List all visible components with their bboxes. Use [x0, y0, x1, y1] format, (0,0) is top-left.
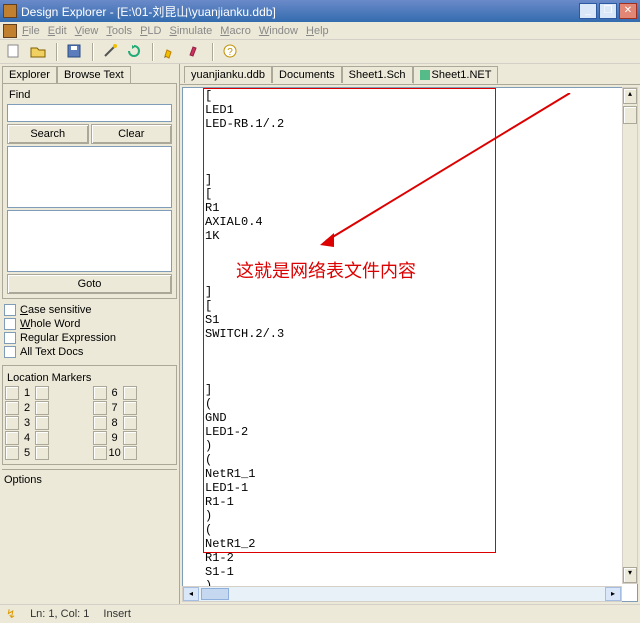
status-icon: ↯ [6, 607, 16, 621]
titlebar: Design Explorer - [E:\01-刘昆山\yuanjianku.… [0, 0, 640, 22]
tab-browse-text[interactable]: Browse Text [57, 66, 131, 83]
scroll-up-icon[interactable]: ▴ [623, 88, 637, 104]
chk-whole-word[interactable]: Whole Word [4, 317, 175, 331]
status-bar: ↯ Ln: 1, Col: 1 Insert [0, 604, 640, 622]
app-icon [3, 4, 17, 18]
editor-container: [ LED1 LED-RB.1/.2 ] [ R1 AXIAL0.4 1K ] … [180, 84, 640, 604]
document-tabs: yuanjianku.ddb Documents Sheet1.Sch Shee… [180, 64, 640, 84]
find-label: Find [7, 88, 172, 102]
marker-1[interactable]: 1 [5, 386, 87, 400]
location-markers: Location Markers 1 6 2 7 3 8 4 9 5 10 [2, 365, 177, 465]
marker-5[interactable]: 5 [5, 446, 87, 460]
menu-help[interactable]: Help [306, 25, 329, 37]
new-icon[interactable] [6, 43, 24, 61]
chk-all-text-docs[interactable]: All Text Docs [4, 345, 175, 359]
marker-7[interactable]: 7 [93, 401, 175, 415]
horizontal-scrollbar[interactable]: ◂ ▸ [182, 586, 622, 602]
save-icon[interactable] [66, 43, 84, 61]
window-title: Design Explorer - [E:\01-刘昆山\yuanjianku.… [21, 3, 579, 20]
marker-4[interactable]: 4 [5, 431, 87, 445]
vertical-scrollbar[interactable]: ▴ ▾ [622, 87, 638, 584]
marker-9[interactable]: 9 [93, 431, 175, 445]
menu-file[interactable]: FFileile [22, 25, 40, 37]
scroll-left-icon[interactable]: ◂ [183, 587, 199, 601]
tab-explorer[interactable]: Explorer [2, 66, 57, 83]
scroll-down-icon[interactable]: ▾ [623, 567, 637, 583]
side-panel: Explorer Browse Text Find Search Clear G… [0, 64, 180, 604]
results-list-1[interactable] [7, 146, 172, 208]
find-panel: Find Search Clear Goto [2, 83, 177, 299]
toolbar: ? [0, 40, 640, 64]
scroll-thumb-h[interactable] [201, 588, 229, 600]
main-area: yuanjianku.ddb Documents Sheet1.Sch Shee… [180, 64, 640, 604]
goto-button[interactable]: Goto [7, 274, 172, 294]
tab-sch[interactable]: Sheet1.Sch [342, 66, 413, 83]
menu-bar: FFileile Edit View Tools PLD Simulate Ma… [0, 22, 640, 40]
menu-window[interactable]: Window [259, 25, 298, 37]
window-controls: _ ❐ ✕ [579, 3, 637, 19]
marker-8[interactable]: 8 [93, 416, 175, 430]
marker-6[interactable]: 6 [93, 386, 175, 400]
netlist-icon [420, 70, 430, 80]
wand-icon[interactable] [102, 43, 120, 61]
marker-10[interactable]: 10 [93, 446, 175, 460]
content-area: Explorer Browse Text Find Search Clear G… [0, 64, 640, 604]
search-button[interactable]: Search [7, 124, 89, 144]
status-mode: Insert [103, 608, 131, 620]
minimize-button[interactable]: _ [579, 3, 597, 19]
find-options: Case sensitive Whole Word Regular Expres… [2, 299, 177, 363]
help-icon[interactable]: ? [222, 43, 240, 61]
tab-net[interactable]: Sheet1.NET [413, 66, 499, 84]
status-position: Ln: 1, Col: 1 [30, 608, 89, 620]
tab-ddb[interactable]: yuanjianku.ddb [184, 66, 272, 83]
options-section: Options [2, 469, 177, 488]
menu-tools[interactable]: Tools [106, 25, 132, 37]
options-label: Options [2, 472, 177, 488]
marker-2[interactable]: 2 [5, 401, 87, 415]
menu-simulate[interactable]: Simulate [169, 25, 212, 37]
refresh-icon[interactable] [126, 43, 144, 61]
results-list-2[interactable] [7, 210, 172, 272]
menu-edit[interactable]: Edit [48, 25, 67, 37]
pencil-icon[interactable] [162, 43, 180, 61]
tab-documents[interactable]: Documents [272, 66, 342, 83]
marker-3[interactable]: 3 [5, 416, 87, 430]
chk-case-sensitive[interactable]: Case sensitive [4, 303, 175, 317]
markers-title: Location Markers [5, 370, 174, 386]
menu-view[interactable]: View [75, 25, 99, 37]
open-icon[interactable] [30, 43, 48, 61]
menu-macro[interactable]: Macro [220, 25, 251, 37]
svg-text:?: ? [227, 47, 233, 58]
clear-button[interactable]: Clear [91, 124, 173, 144]
maximize-button[interactable]: ❐ [599, 3, 617, 19]
doc-icon [3, 24, 17, 38]
find-input[interactable] [7, 104, 172, 122]
scroll-thumb-v[interactable] [623, 106, 637, 124]
scroll-right-icon[interactable]: ▸ [605, 587, 621, 601]
marker-icon[interactable] [186, 43, 204, 61]
menu-pld[interactable]: PLD [140, 25, 161, 37]
text-editor[interactable]: [ LED1 LED-RB.1/.2 ] [ R1 AXIAL0.4 1K ] … [182, 87, 638, 602]
close-button[interactable]: ✕ [619, 3, 637, 19]
chk-regex[interactable]: Regular Expression [4, 331, 175, 345]
side-tabs: Explorer Browse Text [2, 66, 177, 83]
